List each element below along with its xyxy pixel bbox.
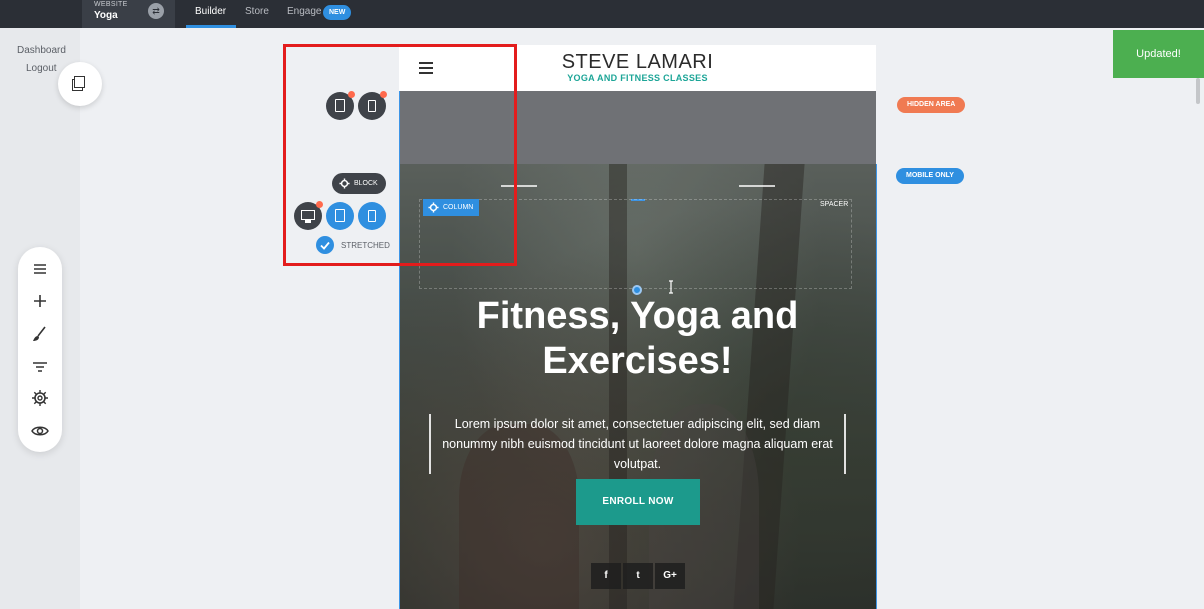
brush-icon[interactable] — [30, 324, 50, 344]
builder-toolbar — [18, 247, 62, 452]
hero-title[interactable]: Fitness, Yoga and Exercises! — [399, 294, 876, 384]
tab-builder[interactable]: Builder — [195, 6, 226, 17]
spacer-label: SPACER — [820, 201, 849, 208]
menu-icon[interactable] — [30, 259, 50, 279]
tab-engage[interactable]: Engage — [287, 6, 321, 17]
dashboard-link[interactable]: Dashboard — [17, 45, 66, 56]
section-right-edge — [876, 164, 877, 609]
settings-icon[interactable] — [30, 388, 50, 408]
site-label: WEBSITE — [94, 1, 128, 8]
swap-site-icon[interactable]: ⇄ — [148, 3, 164, 19]
active-tab-indicator — [186, 25, 236, 28]
hidden-area-tag: HIDDEN AREA — [897, 97, 966, 113]
scrollbar[interactable] — [1196, 78, 1200, 104]
text-cursor-icon — [669, 280, 673, 294]
duplicate-button[interactable] — [58, 62, 102, 106]
updated-toast: Updated! — [1113, 30, 1204, 78]
site-switcher[interactable]: WEBSITE Yoga ⇄ — [82, 0, 175, 28]
site-name: Yoga — [94, 10, 118, 21]
hero-paragraph[interactable]: Lorem ipsum dolor sit amet, consectetuer… — [429, 414, 846, 474]
mobile-only-tag: MOBILE ONLY — [896, 168, 964, 184]
tab-store[interactable]: Store — [245, 6, 269, 17]
google-plus-icon[interactable]: G+ — [655, 563, 685, 589]
eye-icon[interactable] — [30, 421, 50, 441]
twitter-icon[interactable]: t — [623, 563, 653, 589]
enroll-now-button[interactable]: ENROLL NOW — [576, 479, 700, 525]
new-badge: NEW — [323, 5, 352, 20]
facebook-icon[interactable]: f — [591, 563, 621, 589]
add-icon[interactable] — [30, 291, 50, 311]
highlight-annotation-box — [283, 44, 517, 266]
logout-link[interactable]: Logout — [26, 63, 57, 74]
divider-line — [739, 185, 775, 187]
filter-icon[interactable] — [30, 357, 50, 377]
top-bar: WEBSITE Yoga ⇄ Builder Store Engage NEW — [0, 0, 1204, 28]
